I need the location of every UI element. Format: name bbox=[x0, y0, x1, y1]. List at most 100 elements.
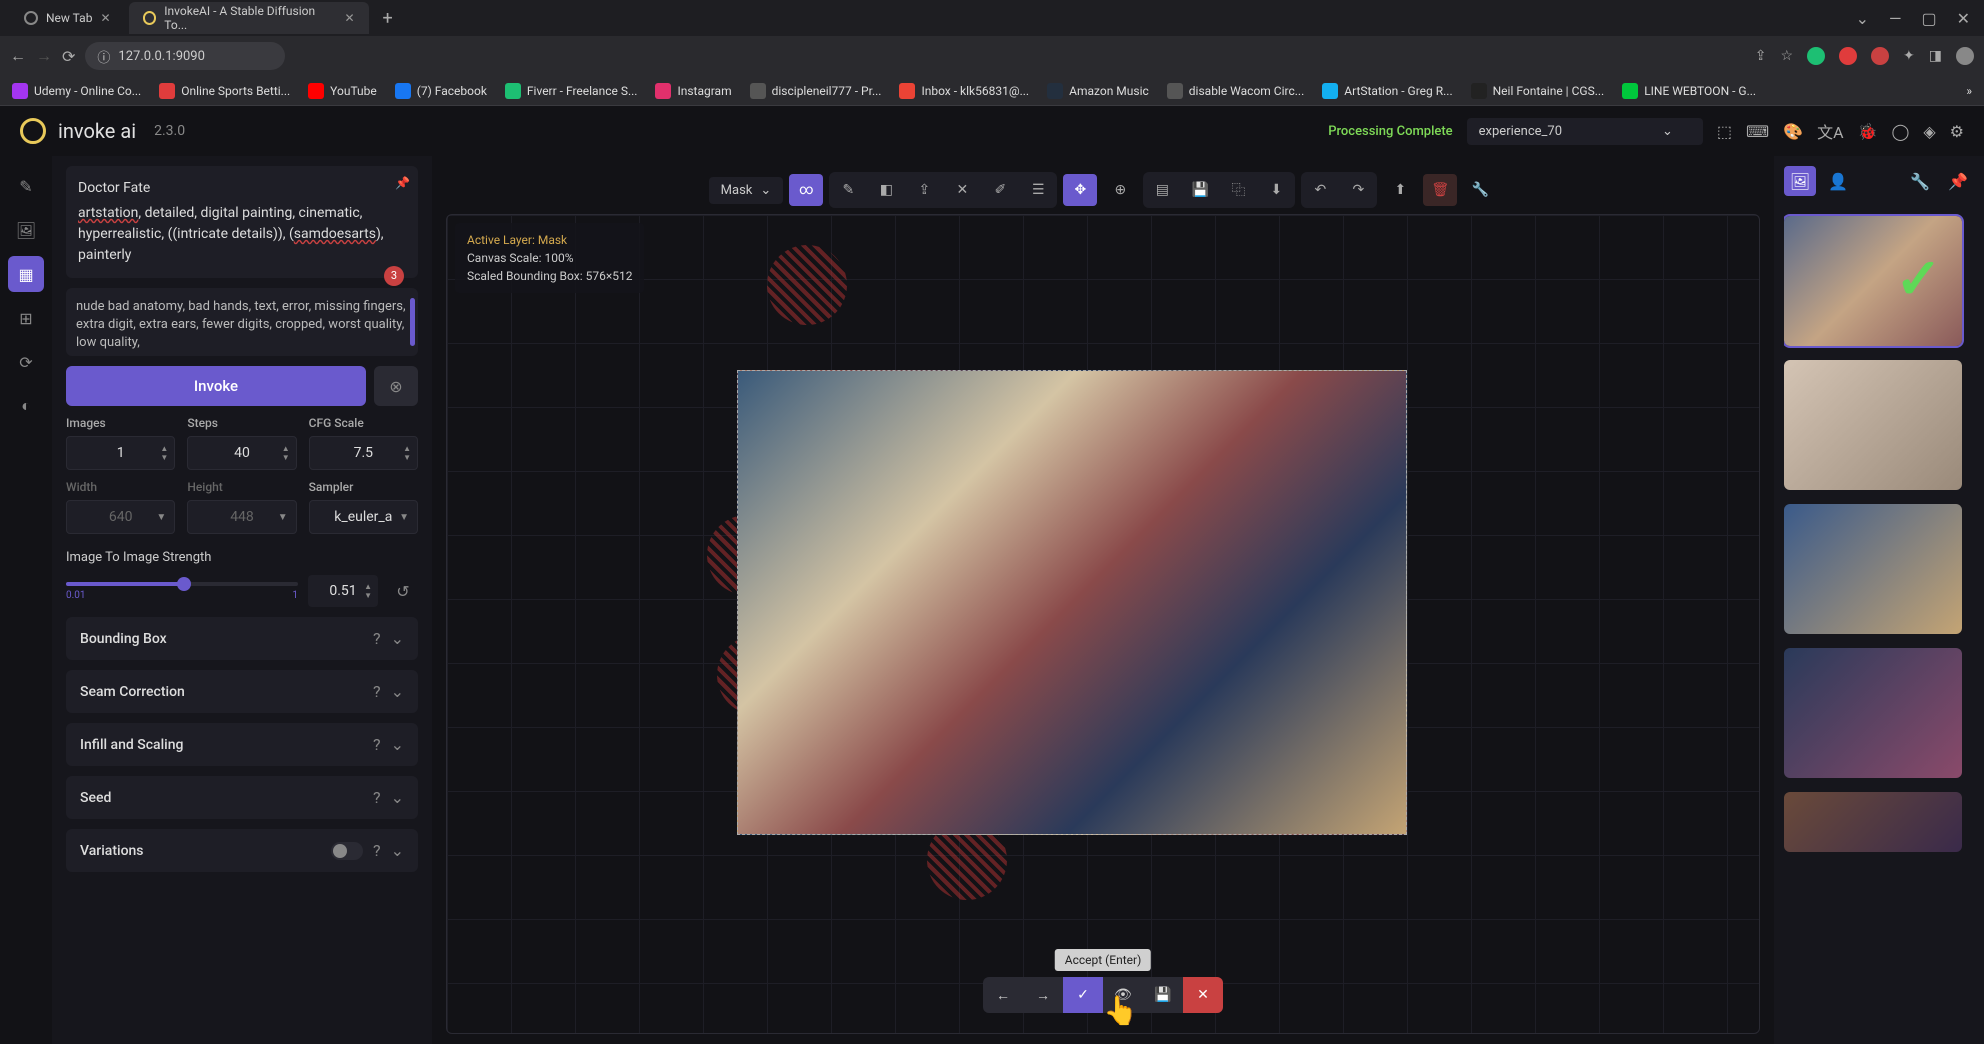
gallery-settings-icon[interactable]: 🔧 bbox=[1904, 166, 1936, 196]
github-icon[interactable]: ◯ bbox=[1891, 122, 1909, 141]
tool-link[interactable]: ∞ bbox=[789, 174, 823, 206]
canvas-viewport[interactable]: Active Layer: Mask Canvas Scale: 100% Sc… bbox=[446, 214, 1760, 1034]
bookmark-item[interactable]: Neil Fontaine | CGS... bbox=[1471, 83, 1605, 99]
maximize-icon[interactable]: ▢ bbox=[1921, 9, 1936, 28]
tool-settings[interactable]: 🔧 bbox=[1463, 174, 1497, 206]
positive-prompt[interactable]: 📌 Doctor Fate artstation, detailed, digi… bbox=[66, 166, 418, 278]
steps-input[interactable]: 40▲▼ bbox=[187, 436, 296, 470]
back-icon[interactable]: ← bbox=[10, 46, 26, 66]
i2i-slider[interactable] bbox=[66, 582, 298, 586]
cube-icon[interactable]: ⬚ bbox=[1717, 122, 1732, 141]
extension-icon[interactable] bbox=[1839, 47, 1857, 65]
keyboard-icon[interactable]: ⌨ bbox=[1746, 122, 1769, 141]
help-icon[interactable]: ? bbox=[373, 682, 381, 701]
bug-icon[interactable]: 🐞 bbox=[1858, 122, 1878, 141]
extension-icon[interactable] bbox=[1807, 47, 1825, 65]
stage-discard[interactable]: ✕ bbox=[1183, 977, 1223, 1013]
gallery-thumb[interactable] bbox=[1784, 648, 1962, 778]
star-icon[interactable]: ☆ bbox=[1780, 48, 1793, 64]
tool-move[interactable]: ✥ bbox=[1063, 174, 1097, 206]
pin-icon[interactable]: 📌 bbox=[395, 174, 410, 192]
close-icon[interactable]: ✕ bbox=[100, 11, 110, 25]
discord-icon[interactable]: ◈ bbox=[1923, 122, 1935, 141]
tool-brush[interactable]: ✎ bbox=[831, 174, 865, 206]
browser-tab-new[interactable]: New Tab ✕ bbox=[10, 2, 125, 34]
close-icon[interactable]: ✕ bbox=[1957, 9, 1970, 28]
accordion-seam[interactable]: Seam Correction?⌄ bbox=[66, 670, 418, 713]
accordion-variations[interactable]: Variations?⌄ bbox=[66, 829, 418, 872]
stage-show[interactable]: 👁 bbox=[1103, 977, 1143, 1013]
settings-icon[interactable]: ⚙ bbox=[1950, 122, 1964, 141]
help-icon[interactable]: ? bbox=[373, 788, 381, 807]
help-icon[interactable]: ? bbox=[373, 735, 381, 754]
chevron-down-icon[interactable]: ⌄ bbox=[1856, 9, 1869, 28]
gallery-thumb[interactable] bbox=[1784, 504, 1962, 634]
tool-download[interactable]: ⬇ bbox=[1259, 174, 1293, 206]
tool-reset-view[interactable]: ⊕ bbox=[1103, 174, 1137, 206]
tool-eraser[interactable]: ◧ bbox=[869, 174, 903, 206]
tool-copy[interactable]: ⿻ bbox=[1221, 174, 1255, 206]
rail-txt2img[interactable]: ✎ bbox=[8, 168, 44, 204]
bookmark-item[interactable]: Fiverr - Freelance S... bbox=[505, 83, 638, 99]
bookmarks-overflow[interactable]: » bbox=[1966, 84, 1972, 98]
spinner-icon[interactable]: ▲▼ bbox=[403, 444, 411, 462]
cfg-input[interactable]: 7.5▲▼ bbox=[309, 436, 418, 470]
gallery-pin-icon[interactable]: 📌 bbox=[1942, 166, 1974, 196]
variations-toggle[interactable] bbox=[331, 842, 363, 860]
tool-fill[interactable]: ⇪ bbox=[907, 174, 941, 206]
bookmark-item[interactable]: Amazon Music bbox=[1047, 83, 1149, 99]
bookmark-item[interactable]: ArtStation - Greg R... bbox=[1322, 83, 1452, 99]
extension-adblock-icon[interactable] bbox=[1871, 47, 1889, 65]
language-icon[interactable]: 文A bbox=[1817, 119, 1843, 143]
stage-prev[interactable]: ← bbox=[983, 977, 1023, 1013]
slider-thumb[interactable] bbox=[177, 577, 191, 591]
browser-tab-invoke[interactable]: InvokeAI - A Stable Diffusion To... ✕ bbox=[129, 2, 369, 34]
rail-postprocess[interactable]: ⟳ bbox=[8, 344, 44, 380]
minimize-icon[interactable]: — bbox=[1889, 9, 1902, 28]
tool-redo[interactable]: ↷ bbox=[1341, 174, 1375, 206]
i2i-value[interactable]: 0.51▲▼ bbox=[308, 575, 378, 607]
gallery-tab-user[interactable]: 👤 bbox=[1822, 166, 1854, 196]
bookmark-item[interactable]: discipleneil777 - Pr... bbox=[750, 83, 882, 99]
tool-upload[interactable]: ⬆ bbox=[1383, 174, 1417, 206]
gallery-thumb[interactable] bbox=[1784, 792, 1962, 852]
sidepanel-icon[interactable]: ◨ bbox=[1929, 48, 1942, 64]
share-icon[interactable]: ⇪ bbox=[1755, 48, 1767, 64]
help-icon[interactable]: ? bbox=[373, 629, 381, 648]
canvas-generated-image[interactable] bbox=[737, 370, 1407, 835]
spinner-icon[interactable]: ▲▼ bbox=[364, 582, 372, 600]
spinner-icon[interactable]: ▲▼ bbox=[282, 444, 290, 462]
tool-lines[interactable]: ☰ bbox=[1021, 174, 1055, 206]
forward-icon[interactable]: → bbox=[36, 46, 52, 66]
gallery-list[interactable]: ✓ bbox=[1784, 204, 1974, 852]
stage-accept[interactable]: ✓ bbox=[1063, 977, 1103, 1013]
bookmark-item[interactable]: Instagram bbox=[655, 83, 731, 99]
gallery-tab-results[interactable]: 🖼 bbox=[1784, 166, 1816, 196]
layer-select[interactable]: Mask⌄ bbox=[709, 177, 784, 204]
close-icon[interactable]: ✕ bbox=[344, 11, 354, 25]
rail-img2img[interactable]: 🖼 bbox=[8, 212, 44, 248]
tool-undo[interactable]: ↶ bbox=[1303, 174, 1337, 206]
bookmark-item[interactable]: LINE WEBTOON - G... bbox=[1622, 83, 1756, 99]
tool-picker[interactable]: ✐ bbox=[983, 174, 1017, 206]
negative-prompt[interactable]: nude bad anatomy, bad hands, text, error… bbox=[66, 288, 418, 356]
url-bar[interactable]: ⓘ 127.0.0.1:9090 bbox=[85, 42, 285, 70]
accordion-seed[interactable]: Seed?⌄ bbox=[66, 776, 418, 819]
images-input[interactable]: 1▲▼ bbox=[66, 436, 175, 470]
spinner-icon[interactable]: ▲▼ bbox=[160, 444, 168, 462]
help-icon[interactable]: ? bbox=[373, 841, 381, 860]
stage-save[interactable]: 💾 bbox=[1143, 977, 1183, 1013]
new-tab-button[interactable]: + bbox=[373, 8, 403, 29]
reset-icon[interactable]: ↺ bbox=[388, 576, 418, 606]
bookmark-item[interactable]: (7) Facebook bbox=[395, 83, 487, 99]
palette-icon[interactable]: 🎨 bbox=[1783, 122, 1803, 141]
accordion-bounding-box[interactable]: Bounding Box?⌄ bbox=[66, 617, 418, 660]
gallery-thumb[interactable] bbox=[1784, 360, 1962, 490]
model-select[interactable]: experience_70 ⌄ bbox=[1467, 118, 1703, 145]
tool-clear[interactable]: ✕ bbox=[945, 174, 979, 206]
rail-nodes[interactable]: ⊞ bbox=[8, 300, 44, 336]
extensions-icon[interactable]: ✦ bbox=[1903, 48, 1915, 64]
gallery-thumb[interactable]: ✓ bbox=[1784, 216, 1962, 346]
rail-training[interactable]: ◐ bbox=[8, 388, 44, 424]
bookmark-item[interactable]: disable Wacom Circ... bbox=[1167, 83, 1304, 99]
